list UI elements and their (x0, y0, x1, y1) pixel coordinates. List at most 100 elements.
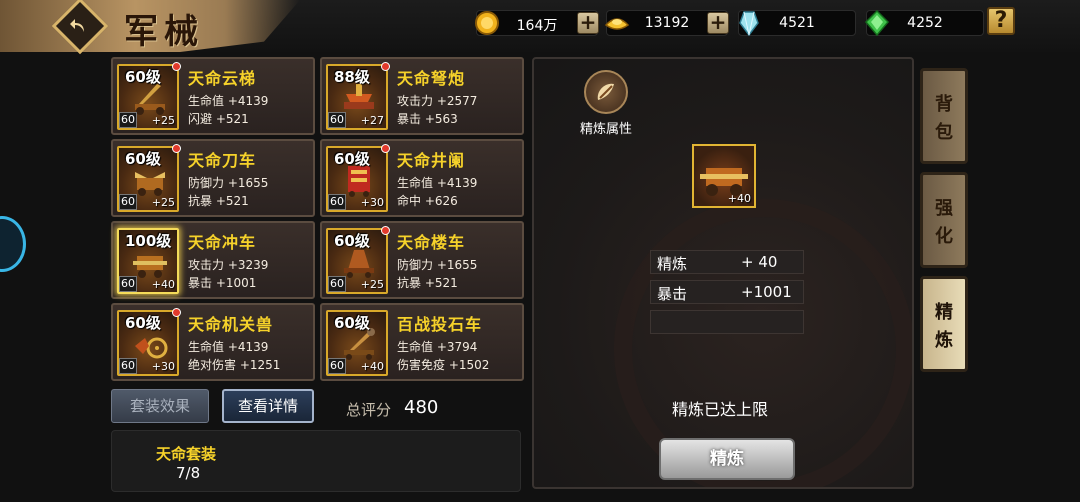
refine-stat-value: + 40 (741, 253, 778, 271)
item-stat-1: 生命值 +3794 (397, 340, 478, 354)
item-thumbnail: 60级 60 +30 (326, 144, 390, 212)
item-level: 88级 (334, 68, 370, 86)
item-card[interactable]: 60级 60 +30 天命机关兽 生命值 +4139 绝对伤害 +1251 (111, 303, 315, 381)
item-tag-right: +30 (360, 196, 384, 209)
item-stat-1: 生命值 +4139 (188, 94, 269, 108)
scroll-icon (597, 83, 614, 100)
item-tag-left: 60 (328, 194, 346, 210)
total-score-label: 总评分 (346, 401, 392, 419)
item-thumbnail: 100级 60 +40 (117, 228, 179, 294)
set-name: 天命套装 (156, 445, 217, 463)
refine-equipment-slot[interactable]: +40 (692, 144, 756, 208)
tab-refine-char-1: 精 (935, 302, 953, 323)
item-name: 百战投石车 (397, 315, 483, 334)
tab-backpack[interactable]: 背 包 (920, 68, 968, 164)
add-gold-coin-button[interactable]: + (577, 12, 599, 34)
slot-refine-level: +40 (727, 192, 751, 205)
item-name: 天命冲车 (188, 233, 257, 252)
tab-enhance-char-2: 化 (935, 226, 953, 247)
item-name: 天命井阑 (397, 151, 466, 170)
refine-status-text: 精炼已达上限 (672, 400, 769, 419)
item-stat-2: 闪避 +521 (188, 112, 249, 126)
item-card[interactable]: 60级 60 +30 天命井阑 生命值 +4139 命中 +626 (320, 139, 524, 217)
item-level: 60级 (334, 314, 370, 332)
item-thumbnail: 60级 60 +25 (117, 62, 181, 130)
notification-dot (381, 144, 390, 153)
help-button[interactable]: ? (987, 7, 1015, 35)
item-thumbnail: 60级 60 +30 (117, 308, 181, 376)
page-title: 军械 (124, 12, 204, 52)
item-stat-2: 暴击 +563 (397, 112, 458, 126)
item-name: 天命楼车 (397, 233, 466, 252)
item-thumbnail: 88级 60 +27 (326, 62, 390, 130)
item-stat-1: 攻击力 +3239 (188, 258, 269, 272)
item-card[interactable]: 60级 60 +25 天命云梯 生命值 +4139 闪避 +521 (111, 57, 315, 135)
item-level: 100级 (125, 232, 172, 250)
notification-dot (172, 308, 181, 317)
set-count: 7/8 (176, 464, 201, 482)
resource-jade: 4252 (864, 9, 984, 37)
item-tag-left: 60 (328, 358, 346, 374)
item-card[interactable]: 60级 60 +40 百战投石车 生命值 +3794 伤害免疫 +1502 (320, 303, 524, 381)
item-card[interactable]: 60级 60 +25 天命刀车 防御力 +1655 抗暴 +521 (111, 139, 315, 217)
item-tag-left: 60 (119, 194, 137, 210)
item-card[interactable]: 60级 60 +25 天命楼车 防御力 +1655 抗暴 +521 (320, 221, 524, 299)
item-stat-2: 抗暴 +521 (397, 276, 458, 290)
item-thumbnail: 60级 60 +25 (117, 144, 181, 212)
resource-crystal: 4521 (738, 10, 856, 37)
item-card[interactable]: 88级 60 +27 天命弩炮 攻击力 +2577 暴击 +563 (320, 57, 524, 135)
item-thumbnail: 60级 60 +40 (326, 310, 388, 376)
refine-stat-row: 精炼 + 40 (650, 250, 804, 274)
item-tag-left: 60 (119, 112, 137, 128)
tab-enhance-char-1: 强 (935, 198, 953, 219)
tab-refine[interactable]: 精 炼 (920, 276, 968, 372)
item-tag-left: 60 (119, 276, 137, 292)
item-name: 天命弩炮 (397, 69, 466, 88)
refine-attribute-label: 精炼属性 (580, 122, 633, 137)
item-tag-right: +40 (151, 278, 175, 291)
view-detail-button[interactable]: 查看详情 (222, 389, 314, 423)
item-name: 天命刀车 (188, 151, 257, 170)
item-tag-left: 60 (328, 112, 346, 128)
refine-attribute-icon[interactable] (584, 70, 628, 114)
item-card[interactable]: 100级 60 +40 天命冲车 攻击力 +3239 暴击 +1001 (111, 221, 315, 299)
tab-backpack-char-2: 包 (935, 122, 953, 143)
item-tag-right: +40 (360, 360, 384, 373)
item-stat-2: 暴击 +1001 (188, 276, 257, 290)
item-level: 60级 (334, 232, 370, 250)
item-stat-1: 生命值 +4139 (188, 340, 269, 354)
back-arrow-icon (70, 19, 84, 32)
item-name: 天命机关兽 (188, 315, 274, 334)
set-info-panel: 天命套装 7/8 (111, 430, 521, 492)
add-gold-ingot-button[interactable]: + (707, 12, 729, 34)
jade-value: 4252 (907, 15, 943, 31)
refine-stat-key: 暴击 (657, 285, 688, 303)
item-stat-1: 攻击力 +2577 (397, 94, 478, 108)
item-tag-right: +25 (151, 196, 175, 209)
tab-enhance[interactable]: 强 化 (920, 172, 968, 268)
top-bar: 军械 164万 + 13192 + 4521 4252 ? (0, 0, 1080, 55)
item-level: 60级 (125, 314, 161, 332)
item-stat-1: 防御力 +1655 (188, 176, 269, 190)
notification-dot (172, 62, 181, 71)
resource-gold-coin: 164万 + (475, 10, 599, 36)
refine-button[interactable]: 精炼 (659, 438, 795, 480)
item-tag-right: +27 (360, 114, 384, 127)
item-stat-2: 抗暴 +521 (188, 194, 249, 208)
item-tag-right: +25 (360, 278, 384, 291)
item-stat-1: 防御力 +1655 (397, 258, 478, 272)
item-stat-2: 绝对伤害 +1251 (188, 358, 281, 372)
item-tag-left: 60 (119, 358, 137, 374)
set-effect-button[interactable]: 套装效果 (111, 389, 209, 423)
item-stat-2: 命中 +626 (397, 194, 458, 208)
item-tag-right: +30 (151, 360, 175, 373)
total-score-value: 480 (404, 397, 439, 418)
item-tag-left: 60 (328, 276, 346, 292)
side-event-emblem[interactable] (0, 216, 26, 272)
item-name: 天命云梯 (188, 69, 257, 88)
item-thumbnail: 60级 60 +25 (326, 226, 390, 294)
tab-backpack-char-1: 背 (935, 94, 953, 115)
refine-stat-row-empty (650, 310, 804, 334)
item-level: 60级 (125, 150, 161, 168)
notification-dot (172, 144, 181, 153)
